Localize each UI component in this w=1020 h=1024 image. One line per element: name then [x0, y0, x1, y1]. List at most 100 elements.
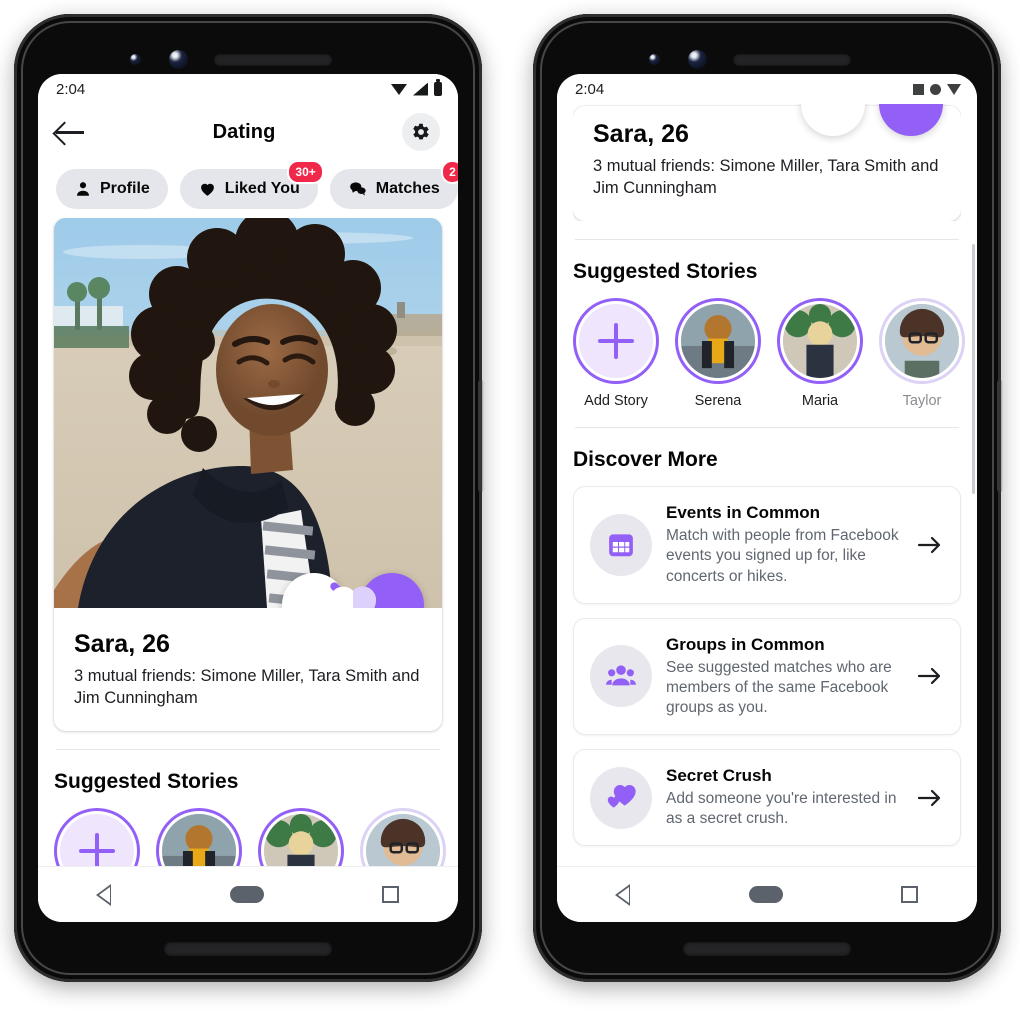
add-story-icon — [60, 814, 134, 866]
story-avatar — [366, 814, 440, 866]
discover-card-events[interactable]: Events in Common Match with people from … — [573, 486, 961, 604]
app-header: Dating — [38, 104, 458, 160]
story-item[interactable]: Maria — [258, 808, 344, 866]
nav-home-icon[interactable] — [749, 886, 783, 903]
card-action-buttons — [282, 573, 424, 608]
discover-more-heading: Discover More — [573, 448, 718, 472]
pill-liked-you[interactable]: Liked You 30+ — [179, 160, 324, 209]
match-mutual-friends: 3 mutual friends: Simone Miller, Tara Sm… — [593, 157, 939, 198]
arrow-right-icon — [917, 789, 941, 806]
story-ring — [675, 298, 761, 385]
left-phone-screen: 2:04 Dating Profile Liked You 30+ Matche… — [38, 74, 458, 922]
story-avatar — [264, 814, 338, 866]
like-button[interactable] — [879, 104, 943, 136]
primary-camera-icon — [169, 50, 188, 69]
avatar-taylor — [885, 304, 959, 379]
story-label: Serena — [694, 393, 742, 410]
status-time: 2:04 — [575, 80, 605, 98]
like-button[interactable] — [330, 573, 424, 608]
nav-recents-icon[interactable] — [382, 886, 399, 903]
story-item[interactable]: Taylor — [879, 298, 965, 409]
power-button[interactable] — [997, 380, 1003, 492]
left-system-nav — [38, 866, 458, 922]
settings-button[interactable] — [401, 113, 440, 151]
discover-icon-wrap — [590, 513, 652, 576]
arrow-right-icon — [917, 668, 941, 685]
calendar-icon — [609, 534, 633, 557]
story-avatar — [885, 304, 959, 379]
pill-label: Profile — [100, 180, 150, 197]
card-action-buttons — [801, 104, 943, 136]
section-divider — [575, 427, 959, 429]
triangle-icon — [947, 83, 961, 95]
discover-desc: Match with people from Facebook events y… — [666, 527, 899, 585]
discover-text: Events in Common Match with people from … — [666, 503, 902, 586]
earpiece-speaker — [214, 54, 332, 66]
story-item[interactable]: Taylor — [360, 808, 446, 866]
match-mutual-friends: 3 mutual friends: Simone Miller, Tara Sm… — [74, 667, 420, 708]
nav-recents-icon[interactable] — [901, 886, 918, 903]
screenshot-stage: 2:04 Dating Profile Liked You 30+ Matche… — [0, 0, 1020, 1024]
discover-title: Secret Crush — [666, 766, 772, 786]
story-item[interactable]: Serena — [675, 298, 761, 409]
add-story-icon — [579, 304, 653, 379]
story-label: Add Story — [584, 393, 648, 410]
status-badge: 2 — [441, 160, 458, 184]
discover-arrow[interactable] — [916, 534, 944, 556]
left-status-bar: 2:04 — [38, 74, 458, 104]
stories-row[interactable]: Add Story Serena — [54, 808, 446, 866]
partial-card-clip: Sara, 26 3 mutual friends: Simone Miller… — [573, 104, 961, 222]
discover-arrow[interactable] — [916, 787, 944, 809]
bottom-speaker — [164, 942, 332, 956]
suggested-stories-heading: Suggested Stories — [573, 260, 758, 284]
story-add[interactable]: Add Story — [54, 808, 140, 866]
match-card[interactable]: Sara, 26 3 mutual friends: Simone Miller… — [54, 218, 442, 732]
pill-label: Matches — [375, 180, 440, 197]
story-add[interactable]: Add Story — [573, 298, 659, 409]
story-avatar — [681, 304, 755, 379]
story-ring — [879, 298, 965, 385]
earpiece-speaker — [733, 54, 851, 66]
section-divider — [575, 239, 959, 241]
status-icon-group — [391, 79, 442, 96]
story-ring — [258, 808, 344, 866]
power-button[interactable] — [478, 380, 484, 492]
discover-desc: See suggested matches who are members of… — [666, 658, 892, 716]
match-photo — [54, 218, 442, 608]
right-system-nav — [557, 866, 977, 922]
filter-pill-row: Profile Liked You 30+ Matches 2 — [38, 160, 458, 218]
avatar-taylor — [366, 814, 440, 866]
nav-back-icon[interactable] — [615, 883, 631, 906]
story-item[interactable]: Maria — [777, 298, 863, 409]
nav-back-icon[interactable] — [96, 883, 112, 906]
secondary-camera-icon — [649, 54, 660, 65]
heart-icon — [200, 183, 214, 196]
right-scroll-body[interactable]: Sara, 26 3 mutual friends: Simone Miller… — [557, 104, 977, 866]
left-scroll-body[interactable]: Sara, 26 3 mutual friends: Simone Miller… — [38, 218, 458, 866]
match-card-partial[interactable]: Sara, 26 3 mutual friends: Simone Miller… — [573, 104, 961, 222]
discover-icon-wrap — [590, 766, 652, 829]
discover-arrow[interactable] — [916, 665, 944, 687]
battery-icon — [434, 79, 442, 96]
suggested-stories-heading: Suggested Stories — [54, 770, 239, 794]
discover-card-groups[interactable]: Groups in Common See suggested matches w… — [573, 617, 961, 736]
square-icon — [913, 83, 924, 95]
scrollbar-thumb[interactable] — [972, 244, 975, 494]
nav-home-icon[interactable] — [230, 886, 264, 903]
pass-button[interactable] — [801, 104, 865, 136]
left-phone-device: 2:04 Dating Profile Liked You 30+ Matche… — [14, 14, 484, 982]
stories-row[interactable]: Add Story Serena — [573, 298, 965, 409]
pill-profile[interactable]: Profile — [56, 169, 168, 209]
match-info: Sara, 26 3 mutual friends: Simone Miller… — [54, 608, 442, 731]
chat-bubbles-icon — [349, 182, 366, 196]
story-label: Maria — [801, 393, 839, 410]
story-item[interactable]: Serena — [156, 808, 242, 866]
back-arrow-icon[interactable] — [56, 120, 86, 144]
discover-desc: Add someone you're interested in as a se… — [666, 790, 897, 828]
discover-card-secret-crush[interactable]: Secret Crush Add someone you're interest… — [573, 749, 961, 847]
pill-matches[interactable]: Matches 2 — [329, 160, 458, 209]
pill-label: Liked You — [224, 180, 300, 197]
wifi-icon — [391, 83, 407, 95]
circle-icon — [930, 83, 941, 95]
match-name: Sara, 26 — [74, 630, 170, 658]
